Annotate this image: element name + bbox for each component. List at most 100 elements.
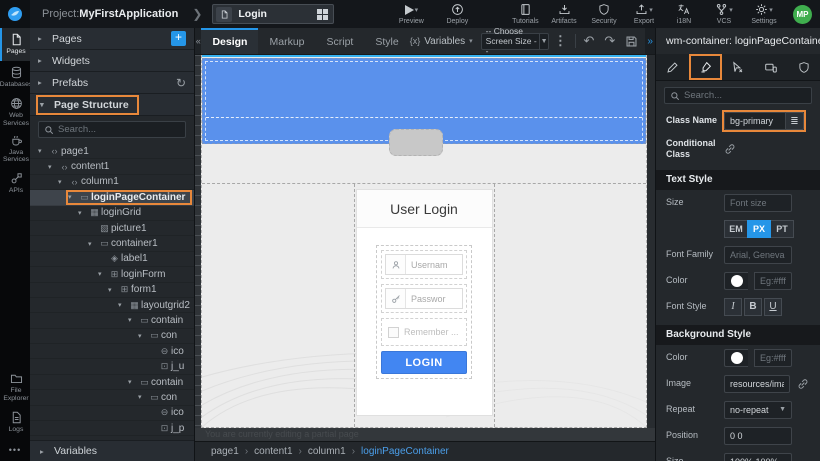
artifacts-button[interactable]: Artifacts <box>549 3 579 25</box>
export-button[interactable]: ▾ Export <box>629 3 659 25</box>
username-field[interactable]: Usernam <box>385 254 463 275</box>
bg-color-swatch[interactable] <box>724 349 748 367</box>
bold-button[interactable]: B <box>744 298 762 316</box>
class-name-input[interactable] <box>724 112 786 130</box>
bg-color-input[interactable] <box>754 349 792 367</box>
tab-devices[interactable] <box>754 54 787 80</box>
tree-item-container[interactable]: ▾▭con <box>30 329 194 344</box>
tree-item-form1[interactable]: ▾⊞form1 <box>30 283 194 298</box>
text-style-section-header[interactable]: Text Style <box>656 170 820 190</box>
tab-markup[interactable]: Markup <box>258 28 315 54</box>
rail-item-logs[interactable]: Logs <box>0 406 30 439</box>
structure-search-input[interactable] <box>58 124 180 135</box>
bg-repeat-select[interactable]: no-repeat ▼ <box>724 401 792 419</box>
caret-down-icon[interactable]: ▾ <box>108 286 118 294</box>
tutorials-button[interactable]: Tutorials <box>510 3 540 25</box>
page-tab-login[interactable]: Login <box>212 4 334 24</box>
section-pages[interactable]: ▸ Pages + <box>30 28 194 50</box>
deploy-button[interactable]: Deploy <box>442 3 472 25</box>
style-search[interactable] <box>664 87 812 104</box>
tree-item-content1[interactable]: ▾‹›content1 <box>30 159 194 174</box>
text-color-input[interactable] <box>754 272 792 290</box>
tree-item-container[interactable]: ▾▭contain <box>30 375 194 390</box>
refresh-icon[interactable]: ↻ <box>176 76 186 90</box>
rail-item-file-explorer[interactable]: File Explorer <box>0 369 30 406</box>
unit-px-button[interactable]: PX <box>747 220 771 238</box>
tab-properties[interactable] <box>656 54 689 80</box>
user-avatar[interactable]: MP <box>793 5 812 24</box>
tab-security[interactable] <box>787 54 820 80</box>
canvas-page[interactable]: User Login Usernam <box>201 55 647 428</box>
breadcrumb-content1[interactable]: content1 <box>254 446 302 457</box>
bind-link-icon[interactable] <box>796 378 810 390</box>
tree-item-password-input[interactable]: ⊡j_p <box>30 421 194 436</box>
caret-down-icon[interactable]: ▾ <box>48 163 58 171</box>
tree-item-loginForm[interactable]: ▾⊞loginForm <box>30 267 194 282</box>
caret-down-icon[interactable]: ▾ <box>98 270 108 278</box>
more-options-icon[interactable]: ••• <box>0 439 30 461</box>
login-card-title[interactable]: User Login <box>357 190 492 228</box>
remember-checkbox[interactable] <box>388 327 399 338</box>
vcs-button[interactable]: ▾ VCS <box>709 3 739 25</box>
breadcrumb-column1[interactable]: column1 <box>308 446 355 457</box>
tree-item-picture1[interactable]: ▧picture1 <box>30 221 194 236</box>
expand-right-button[interactable]: » <box>645 28 655 54</box>
caret-down-icon[interactable]: ▾ <box>118 301 128 309</box>
undo-button[interactable]: ↶ <box>578 33 599 49</box>
grid-view-icon[interactable] <box>317 9 328 20</box>
text-color-swatch[interactable] <box>724 272 748 290</box>
tree-item-container1[interactable]: ▾▭container1 <box>30 236 194 251</box>
tab-style[interactable]: Style <box>364 28 409 54</box>
tree-item-container[interactable]: ▾▭con <box>30 390 194 405</box>
caret-down-icon[interactable]: ▾ <box>128 378 138 386</box>
font-family-input[interactable] <box>724 246 792 264</box>
remember-me-field[interactable]: Remember ... <box>385 322 463 342</box>
remember-form-group[interactable]: Remember ... <box>381 318 467 346</box>
save-button[interactable] <box>620 35 643 48</box>
design-canvas[interactable]: User Login Usernam <box>195 55 655 428</box>
password-form-group[interactable]: Passwor <box>381 284 467 313</box>
tree-item-label1[interactable]: ◈label1 <box>30 252 194 267</box>
tree-item-layoutgrid2[interactable]: ▾▦layoutgrid2 <box>30 298 194 313</box>
picture-placeholder-widget[interactable] <box>389 129 443 156</box>
breadcrumb-loginPageContainer[interactable]: loginPageContainer <box>361 446 449 457</box>
caret-down-icon[interactable]: ▾ <box>128 316 138 324</box>
unit-em-button[interactable]: EM <box>724 220 748 238</box>
caret-down-icon[interactable]: ▾ <box>58 178 68 186</box>
tab-script[interactable]: Script <box>316 28 365 54</box>
i18n-button[interactable]: i18N <box>669 3 699 25</box>
tree-item-loginGrid[interactable]: ▾▦loginGrid <box>30 206 194 221</box>
caret-down-icon[interactable]: ▾ <box>88 240 98 248</box>
caret-down-icon[interactable]: ▾ <box>138 393 148 401</box>
underline-button[interactable]: U <box>764 298 782 316</box>
tree-item-page1[interactable]: ▾‹›page1 <box>30 144 194 159</box>
canvas-scrollbar[interactable] <box>647 55 655 428</box>
rail-item-pages[interactable]: Pages <box>0 28 30 61</box>
caret-down-icon[interactable]: ▾ <box>78 209 88 217</box>
add-page-button[interactable]: + <box>171 31 186 46</box>
preview-button[interactable]: ▾ Preview <box>396 3 426 25</box>
section-widgets[interactable]: ▸ Widgets <box>30 50 194 72</box>
rail-item-apis[interactable]: APIs <box>0 167 30 200</box>
variables-button[interactable]: {x} Variables ▾ <box>410 28 473 54</box>
security-button[interactable]: Security <box>589 3 619 25</box>
wavemaker-logo[interactable] <box>0 0 30 28</box>
bind-link-icon[interactable] <box>724 143 736 155</box>
tree-item-loginPageContainer[interactable]: ▾▭loginPageContainer <box>30 190 194 205</box>
rail-item-web-services[interactable]: Web Services <box>0 94 30 131</box>
login-button[interactable]: LOGIN <box>381 351 467 374</box>
breadcrumb-page1[interactable]: page1 <box>211 446 248 457</box>
tree-item-container[interactable]: ▾▭contain <box>30 313 194 328</box>
unit-pt-button[interactable]: PT <box>770 220 794 238</box>
bg-position-input[interactable] <box>724 427 792 445</box>
style-search-input[interactable] <box>684 90 806 101</box>
password-field[interactable]: Passwor <box>385 288 463 309</box>
grid-column-center[interactable]: User Login Usernam <box>354 184 495 427</box>
caret-down-icon[interactable]: ▾ <box>38 147 48 155</box>
tree-item-icon[interactable]: ⊖ico <box>30 406 194 421</box>
screen-size-select[interactable]: -- Choose Screen Size -- ▼ <box>481 33 549 50</box>
rail-item-databases[interactable]: Databases <box>0 61 30 94</box>
section-variables[interactable]: ▸ Variables <box>30 440 194 461</box>
grid-column-left[interactable] <box>202 184 354 427</box>
tree-item-icon[interactable]: ⊖ico <box>30 344 194 359</box>
